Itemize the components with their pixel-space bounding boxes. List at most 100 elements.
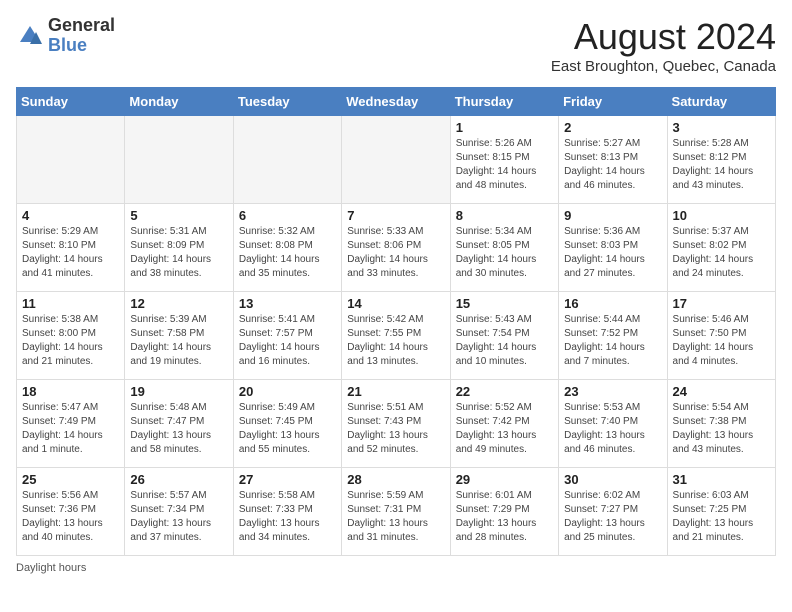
calendar-cell: [17, 116, 125, 204]
calendar-cell: 23 Sunrise: 5:53 AMSunset: 7:40 PMDayligh…: [559, 380, 667, 468]
day-header-wednesday: Wednesday: [342, 88, 450, 116]
logo-blue-text: Blue: [48, 35, 87, 55]
day-info: Sunrise: 5:37 AMSunset: 8:02 PMDaylight:…: [673, 225, 770, 281]
day-info: Sunrise: 5:49 AMSunset: 7:45 PMDaylight:…: [239, 401, 336, 457]
day-number: 21: [347, 384, 444, 399]
calendar-cell: 1 Sunrise: 5:26 AMSunset: 8:15 PMDaylight…: [450, 116, 558, 204]
day-number: 30: [564, 472, 661, 487]
day-header-thursday: Thursday: [450, 88, 558, 116]
day-header-tuesday: Tuesday: [233, 88, 341, 116]
day-number: 4: [22, 208, 119, 223]
week-row-2: 4 Sunrise: 5:29 AMSunset: 8:10 PMDaylight…: [17, 204, 776, 292]
day-number: 13: [239, 296, 336, 311]
day-info: Sunrise: 6:01 AMSunset: 7:29 PMDaylight:…: [456, 489, 553, 545]
day-number: 18: [22, 384, 119, 399]
calendar-cell: 29Sunrise: 6:01 AMSunset: 7:29 PMDayligh…: [450, 468, 558, 556]
day-number: 24: [673, 384, 770, 399]
logo-general-text: General: [48, 15, 115, 35]
calendar-cell: 28 Sunrise: 5:59 AMSunset: 7:31 PMDayligh…: [342, 468, 450, 556]
calendar-cell: 21 Sunrise: 5:51 AMSunset: 7:43 PMDayligh…: [342, 380, 450, 468]
week-row-3: 11Sunrise: 5:38 AMSunset: 8:00 PMDayligh…: [17, 292, 776, 380]
day-info: Sunrise: 5:28 AMSunset: 8:12 PMDaylight:…: [673, 137, 770, 193]
calendar-cell: [233, 116, 341, 204]
day-header-friday: Friday: [559, 88, 667, 116]
day-number: 3: [673, 120, 770, 135]
calendar-cell: 30Sunrise: 6:02 AMSunset: 7:27 PMDayligh…: [559, 468, 667, 556]
day-number: 31: [673, 472, 770, 487]
day-info: Sunrise: 5:42 AMSunset: 7:55 PMDaylight:…: [347, 313, 444, 369]
days-header-row: SundayMondayTuesdayWednesdayThursdayFrid…: [17, 88, 776, 116]
day-number: 28: [347, 472, 444, 487]
day-number: 5: [130, 208, 227, 223]
calendar-cell: 24 Sunrise: 5:54 AMSunset: 7:38 PMDayligh…: [667, 380, 775, 468]
day-info: Sunrise: 5:33 AMSunset: 8:06 PMDaylight:…: [347, 225, 444, 281]
day-info: Sunrise: 5:48 AMSunset: 7:47 PMDaylight:…: [130, 401, 227, 457]
day-header-saturday: Saturday: [667, 88, 775, 116]
calendar-cell: 16Sunrise: 5:44 AMSunset: 7:52 PMDayligh…: [559, 292, 667, 380]
calendar-cell: 15 Sunrise: 5:43 AMSunset: 7:54 PMDayligh…: [450, 292, 558, 380]
month-year: August 2024: [551, 16, 776, 58]
day-info: Sunrise: 5:43 AMSunset: 7:54 PMDaylight:…: [456, 313, 553, 369]
day-info: Sunrise: 5:31 AMSunset: 8:09 PMDaylight:…: [130, 225, 227, 281]
day-number: 6: [239, 208, 336, 223]
week-row-1: 1 Sunrise: 5:26 AMSunset: 8:15 PMDaylight…: [17, 116, 776, 204]
day-info: Sunrise: 5:34 AMSunset: 8:05 PMDaylight:…: [456, 225, 553, 281]
day-info: Sunrise: 5:52 AMSunset: 7:42 PMDaylight:…: [456, 401, 553, 457]
day-info: Sunrise: 5:56 AMSunset: 7:36 PMDaylight:…: [22, 489, 119, 545]
calendar-cell: 22 Sunrise: 5:52 AMSunset: 7:42 PMDayligh…: [450, 380, 558, 468]
day-number: 9: [564, 208, 661, 223]
day-info: Sunrise: 5:29 AMSunset: 8:10 PMDaylight:…: [22, 225, 119, 281]
day-number: 17: [673, 296, 770, 311]
calendar-cell: 10 Sunrise: 5:37 AMSunset: 8:02 PMDayligh…: [667, 204, 775, 292]
calendar-cell: 14 Sunrise: 5:42 AMSunset: 7:55 PMDayligh…: [342, 292, 450, 380]
calendar-cell: 12 Sunrise: 5:39 AMSunset: 7:58 PMDayligh…: [125, 292, 233, 380]
day-number: 25: [22, 472, 119, 487]
location: East Broughton, Quebec, Canada: [551, 58, 776, 75]
day-number: 12: [130, 296, 227, 311]
header: General Blue August 2024 East Broughton,…: [16, 16, 776, 75]
day-number: 14: [347, 296, 444, 311]
calendar-cell: 4 Sunrise: 5:29 AMSunset: 8:10 PMDaylight…: [17, 204, 125, 292]
day-number: 8: [456, 208, 553, 223]
day-info: Sunrise: 5:53 AMSunset: 7:40 PMDaylight:…: [564, 401, 661, 457]
calendar-cell: 13 Sunrise: 5:41 AMSunset: 7:57 PMDayligh…: [233, 292, 341, 380]
day-info: Sunrise: 5:32 AMSunset: 8:08 PMDaylight:…: [239, 225, 336, 281]
calendar-cell: 20 Sunrise: 5:49 AMSunset: 7:45 PMDayligh…: [233, 380, 341, 468]
day-number: 1: [456, 120, 553, 135]
calendar-cell: 6 Sunrise: 5:32 AMSunset: 8:08 PMDaylight…: [233, 204, 341, 292]
day-number: 23: [564, 384, 661, 399]
day-info: Sunrise: 5:39 AMSunset: 7:58 PMDaylight:…: [130, 313, 227, 369]
day-number: 16: [564, 296, 661, 311]
day-info: Sunrise: 5:51 AMSunset: 7:43 PMDaylight:…: [347, 401, 444, 457]
calendar-cell: 2Sunrise: 5:27 AMSunset: 8:13 PMDaylight…: [559, 116, 667, 204]
day-info: Sunrise: 5:41 AMSunset: 7:57 PMDaylight:…: [239, 313, 336, 369]
week-row-5: 25 Sunrise: 5:56 AMSunset: 7:36 PMDayligh…: [17, 468, 776, 556]
calendar-table: SundayMondayTuesdayWednesdayThursdayFrid…: [16, 87, 776, 556]
day-info: Sunrise: 5:59 AMSunset: 7:31 PMDaylight:…: [347, 489, 444, 545]
day-header-monday: Monday: [125, 88, 233, 116]
day-number: 19: [130, 384, 227, 399]
day-number: 15: [456, 296, 553, 311]
day-info: Sunrise: 5:36 AMSunset: 8:03 PMDaylight:…: [564, 225, 661, 281]
day-info: Sunrise: 6:03 AMSunset: 7:25 PMDaylight:…: [673, 489, 770, 545]
calendar-cell: [125, 116, 233, 204]
day-header-sunday: Sunday: [17, 88, 125, 116]
calendar-cell: 27Sunrise: 5:58 AMSunset: 7:33 PMDayligh…: [233, 468, 341, 556]
logo-icon: [16, 22, 44, 50]
day-info: Sunrise: 5:57 AMSunset: 7:34 PMDaylight:…: [130, 489, 227, 545]
title-area: August 2024 East Broughton, Quebec, Cana…: [551, 16, 776, 75]
calendar-cell: [342, 116, 450, 204]
day-info: Sunrise: 5:26 AMSunset: 8:15 PMDaylight:…: [456, 137, 553, 193]
day-info: Sunrise: 5:47 AMSunset: 7:49 PMDaylight:…: [22, 401, 119, 457]
calendar-cell: 18 Sunrise: 5:47 AMSunset: 7:49 PMDayligh…: [17, 380, 125, 468]
day-number: 20: [239, 384, 336, 399]
week-row-4: 18 Sunrise: 5:47 AMSunset: 7:49 PMDayligh…: [17, 380, 776, 468]
calendar-cell: 11Sunrise: 5:38 AMSunset: 8:00 PMDayligh…: [17, 292, 125, 380]
day-number: 7: [347, 208, 444, 223]
logo: General Blue: [16, 16, 115, 56]
day-number: 10: [673, 208, 770, 223]
calendar-cell: 31 Sunrise: 6:03 AMSunset: 7:25 PMDayligh…: [667, 468, 775, 556]
day-info: Sunrise: 5:54 AMSunset: 7:38 PMDaylight:…: [673, 401, 770, 457]
day-number: 22: [456, 384, 553, 399]
calendar-cell: 7 Sunrise: 5:33 AMSunset: 8:06 PMDaylight…: [342, 204, 450, 292]
